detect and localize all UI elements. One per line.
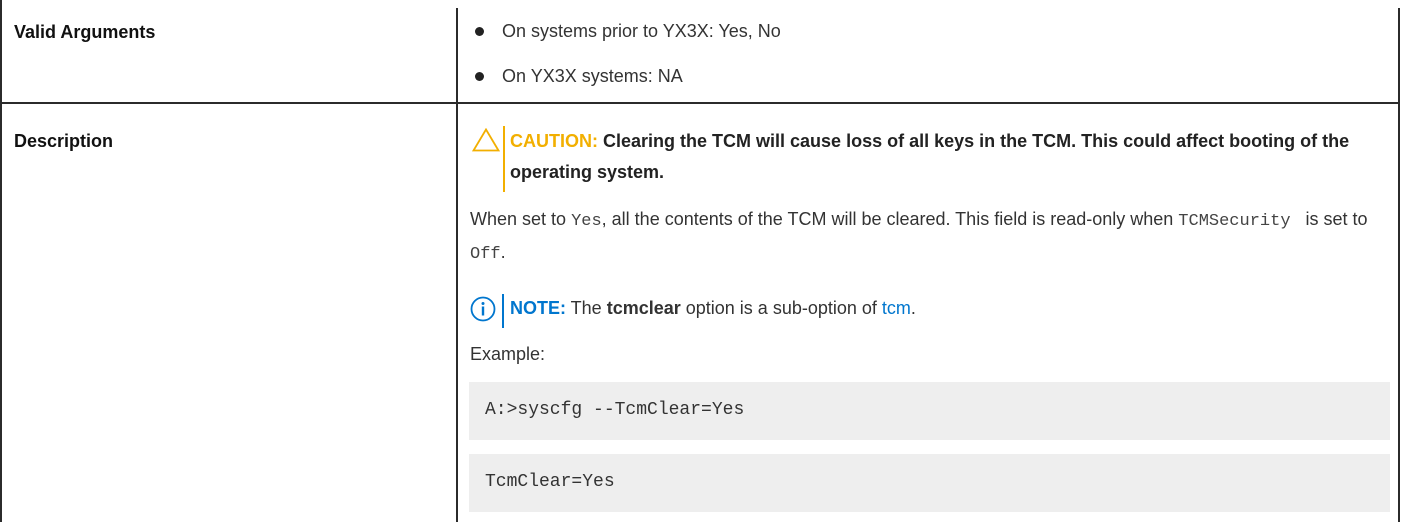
tcm-link[interactable]: tcm [882,298,911,318]
note-divider [502,294,504,328]
inline-code-off: Off [470,245,501,264]
note-label: NOTE: [510,298,566,318]
paragraph-text: , all the contents of the TCM will be cl… [601,209,1179,229]
code-block: A:>syscfg --TcmClear=Yes [469,382,1390,440]
bullet-icon [475,27,484,36]
property-table: Valid Arguments On systems prior to YX3X… [0,0,1402,522]
description-paragraph: When set to Yes, all the contents of the… [470,204,1390,270]
list-item-text: On systems prior to YX3X: Yes, No [502,21,781,41]
list-item: On systems prior to YX3X: Yes, No [472,21,781,42]
code-line: TcmClear=Yes [485,472,615,492]
code-line: A:>syscfg --TcmClear=Yes [485,400,745,420]
note-option-name: tcmclear [606,298,681,318]
inline-code-yes: Yes [571,212,602,231]
table-left-border [0,0,2,522]
info-circle-icon [470,296,496,322]
note-message: . [910,298,916,318]
inline-code-tcmsecurity: TCMSecurity [1178,212,1291,231]
paragraph-text: . [500,242,506,262]
paragraph-text: When set to [470,209,572,229]
caution-message: Clearing the TCM will cause loss of all … [510,131,1350,182]
caution-text: CAUTION: Clearing the TCM will cause los… [510,126,1380,188]
note-message: option is a sub-option of [680,298,882,318]
caution-triangle-icon [472,128,500,152]
list-item-text: On YX3X systems: NA [502,66,683,86]
note-callout: NOTE: The tcmclear option is a sub-optio… [470,294,1370,330]
list-item: On YX3X systems: NA [472,66,683,87]
row-label-valid-arguments: Valid Arguments [14,22,156,42]
table-row-divider [0,102,1400,104]
code-block: TcmClear=Yes [469,454,1390,512]
table-column-divider [456,8,458,522]
caution-label: CAUTION: [510,131,598,151]
bullet-icon [475,72,484,81]
note-message: The [566,298,607,318]
note-text: NOTE: The tcmclear option is a sub-optio… [510,298,916,319]
paragraph-text: is set to [1300,209,1368,229]
row-label-description: Description [14,131,114,151]
caution-callout: CAUTION: Clearing the TCM will cause los… [472,124,1382,192]
table-right-border [1398,8,1400,522]
example-label: Example: [470,344,546,364]
caution-divider [503,126,505,192]
